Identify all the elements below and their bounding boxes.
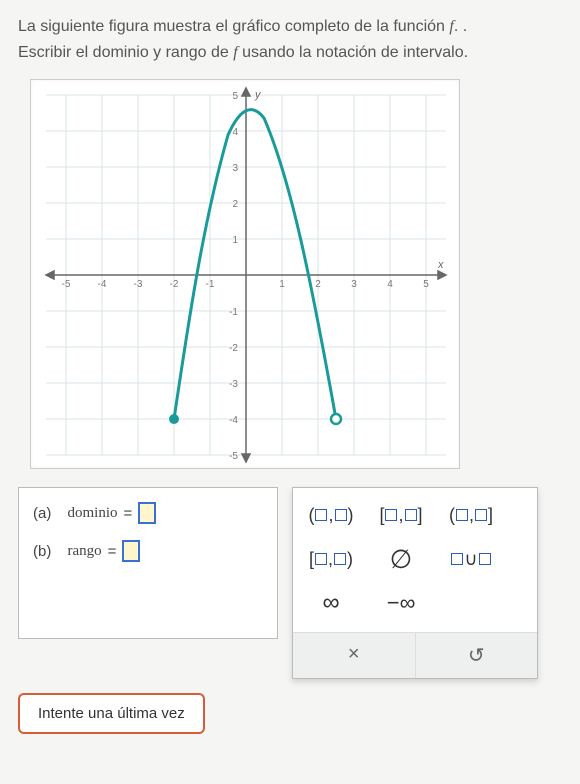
infinity-symbol[interactable]: ∞ [303,589,359,617]
range-label: rango [68,543,102,560]
prompt-line1-post: . . [454,18,467,35]
graph-panel: -5-4-3 -2-1 123 45 54 32 1 -1-2 -3-4 -5 … [30,79,460,469]
retry-label: Intente una última vez [38,705,185,722]
range-input[interactable] [122,540,140,562]
neg-infinity-symbol[interactable]: −∞ [373,590,429,616]
curve-f [174,110,336,419]
domain-row: (a) dominio = [33,502,263,524]
retry-button[interactable]: Intente una última vez [18,693,205,734]
eq-sign-b: = [108,543,117,560]
svg-text:-1: -1 [206,279,215,290]
svg-text:5: 5 [232,91,238,102]
svg-text:-1: -1 [229,307,238,318]
graph-svg: -5-4-3 -2-1 123 45 54 32 1 -1-2 -3-4 -5 … [31,80,461,470]
interval-closed-open[interactable]: [,) [303,549,359,570]
svg-text:-2: -2 [170,279,179,290]
interval-open-open[interactable]: (,) [303,505,359,526]
prompt-line2-pre: Escribir el dominio y rango de [18,44,233,61]
svg-text:3: 3 [351,279,357,290]
range-row: (b) rango = [33,540,263,562]
svg-text:-4: -4 [98,279,107,290]
svg-text:2: 2 [232,199,238,210]
part-b-tag: (b) [33,543,51,560]
svg-text:2: 2 [315,279,321,290]
empty-set-symbol[interactable]: ∅ [373,544,429,575]
reset-icon: ↺ [468,645,485,667]
svg-text:-3: -3 [134,279,143,290]
svg-text:-5: -5 [229,451,238,462]
svg-text:1: 1 [279,279,285,290]
endpoint-closed [169,414,179,424]
svg-text:5: 5 [423,279,429,290]
svg-text:-2: -2 [229,343,238,354]
svg-text:-5: -5 [62,279,71,290]
svg-text:1: 1 [232,235,238,246]
domain-input[interactable] [138,502,156,524]
svg-text:4: 4 [387,279,393,290]
prompt-line1-pre: La siguiente figura muestra el gráfico c… [18,18,449,35]
answer-panel: (a) dominio = (b) rango = [18,487,278,639]
prompt-line2-post: usando la notación de intervalo. [238,44,468,61]
close-icon: × [348,643,360,665]
endpoint-open [331,414,341,424]
interval-open-closed[interactable]: (,] [443,505,499,526]
symbol-palette: (,) [,] (,] [,) ∅ ∪ ∞ −∞ . × ↺ [292,487,538,679]
svg-text:3: 3 [232,163,238,174]
reset-button[interactable]: ↺ [415,633,538,678]
interval-closed-closed[interactable]: [,] [373,505,429,526]
part-a-tag: (a) [33,505,51,522]
x-axis-label: x [437,259,444,271]
close-button[interactable]: × [293,633,415,678]
domain-label: dominio [68,505,118,522]
union-symbol[interactable]: ∪ [443,549,499,570]
svg-text:-4: -4 [229,415,238,426]
svg-text:4: 4 [232,127,238,138]
eq-sign-a: = [124,505,133,522]
svg-text:-3: -3 [229,379,238,390]
question-prompt: La siguiente figura muestra el gráfico c… [18,14,562,65]
